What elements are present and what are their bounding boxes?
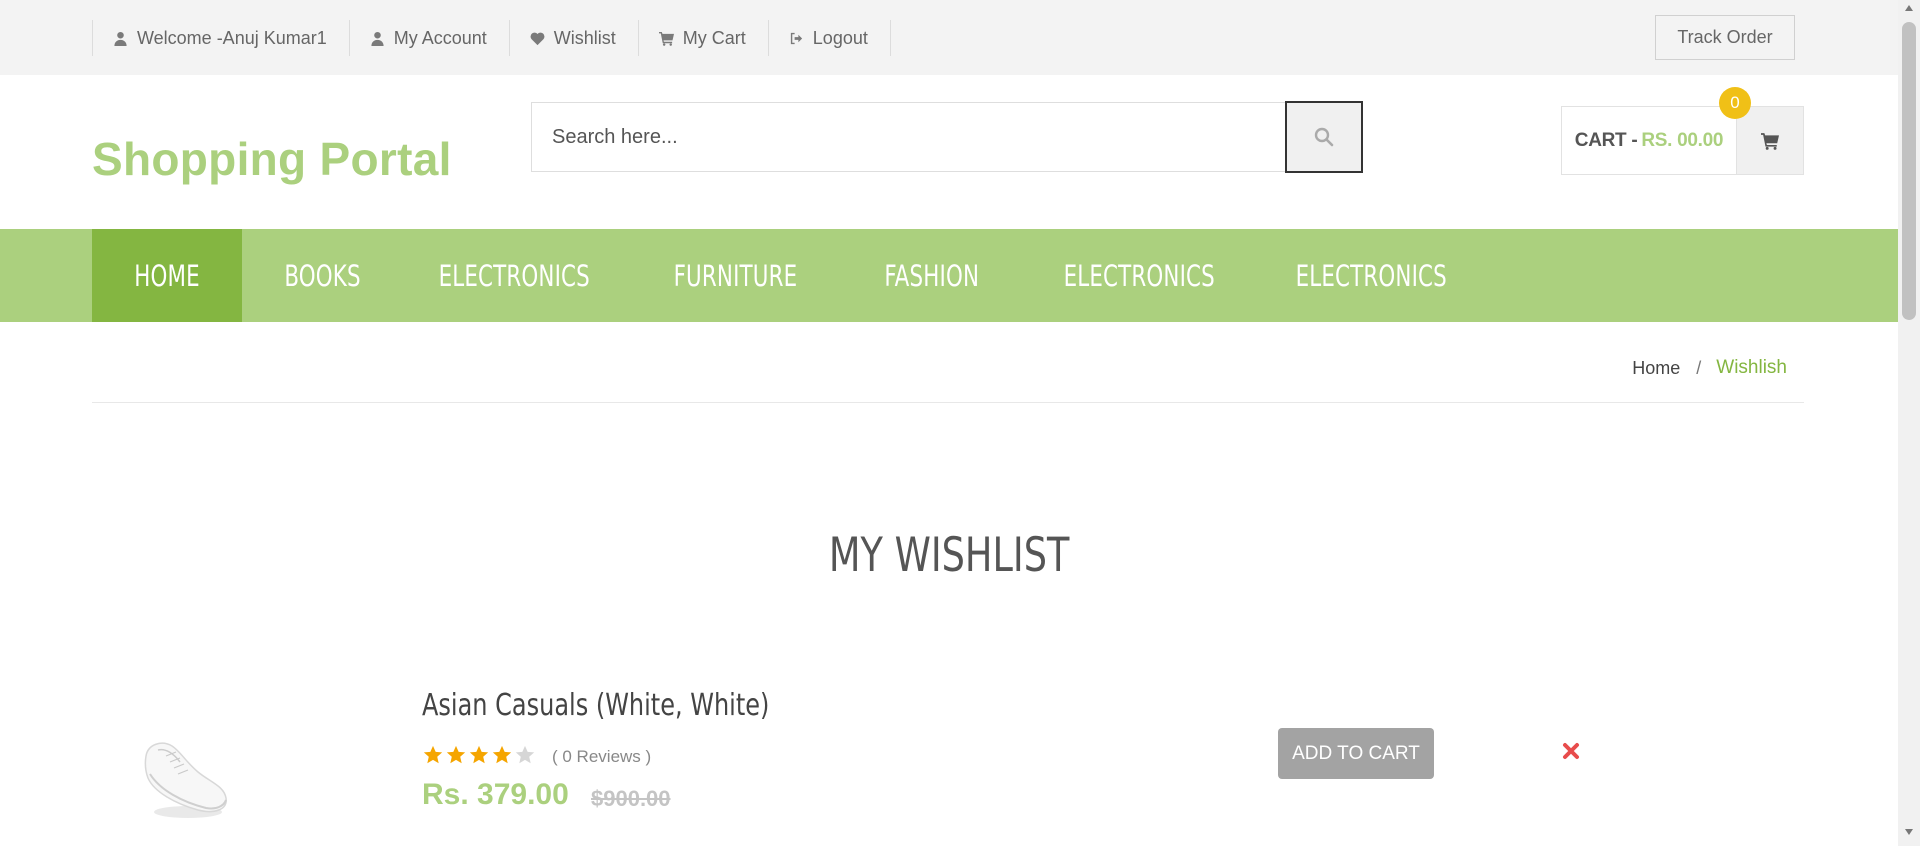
nav-item-label: FURNITURE <box>673 258 797 293</box>
product-old-price: $900.00 <box>591 786 671 811</box>
rating-stars <box>422 744 537 766</box>
star-icon-2 <box>446 745 466 764</box>
nav-items: HOME BOOKS ELECTRONICS FURNITURE FASHION… <box>92 229 1482 322</box>
page-title: MY WISHLIST <box>0 528 1898 583</box>
review-count: ( 0 Reviews ) <box>552 747 652 766</box>
nav-item-label: ELECTRONICS <box>438 258 590 293</box>
my-cart-label: My Cart <box>682 27 746 48</box>
nav-item-books[interactable]: BOOKS <box>242 229 404 322</box>
nav-item-label: HOME <box>134 258 200 293</box>
product-name[interactable]: Asian Casuals (White, White) <box>422 688 769 723</box>
logout-label: Logout <box>812 27 868 48</box>
cart-label: CART - <box>1574 129 1638 151</box>
heart-icon <box>530 32 545 45</box>
my-account-label: My Account <box>393 27 487 48</box>
cart-amount: RS. 00.00 <box>1641 129 1724 151</box>
nav-item-electronics-3[interactable]: ELECTRONICS <box>1260 229 1482 322</box>
search-icon <box>1314 127 1334 147</box>
search-button[interactable] <box>1285 101 1363 173</box>
scroll-up-arrow[interactable] <box>1898 4 1920 18</box>
nav-item-fashion[interactable]: FASHION <box>846 229 1018 322</box>
nav-item-label: ELECTRONICS <box>1063 258 1215 293</box>
my-account-link[interactable]: My Account <box>350 20 510 56</box>
nav-item-electronics[interactable]: ELECTRONICS <box>404 229 624 322</box>
cart-icon <box>658 31 674 46</box>
product-image[interactable] <box>136 714 236 824</box>
scroll-down-arrow[interactable] <box>1898 828 1920 842</box>
star-icon-3 <box>469 745 489 764</box>
cart-icon-button[interactable] <box>1736 107 1803 174</box>
remove-icon[interactable] <box>1561 741 1581 761</box>
welcome-label: Welcome -Anuj Kumar1 <box>137 27 327 48</box>
logout-link[interactable]: Logout <box>769 20 891 56</box>
top-bar: Welcome -Anuj Kumar1 My Account Wishlist… <box>0 0 1898 75</box>
star-icon-1 <box>423 745 443 764</box>
header-cart[interactable]: CART - RS. 00.00 <box>1561 106 1804 175</box>
sign-out-icon <box>790 32 802 44</box>
chevron-down-icon <box>1905 829 1913 835</box>
track-order-button[interactable]: Track Order <box>1655 15 1795 60</box>
cart-icon <box>1761 132 1779 150</box>
breadcrumb-home[interactable]: Home <box>1632 358 1680 379</box>
cart-count-badge: 0 <box>1719 87 1751 119</box>
nav-item-label: BOOKS <box>284 258 362 293</box>
cart-summary: CART - RS. 00.00 <box>1562 107 1736 174</box>
breadcrumb-separator: / <box>1696 357 1702 378</box>
vertical-scrollbar[interactable] <box>1898 0 1920 846</box>
search-input[interactable] <box>532 103 1285 171</box>
add-to-cart-button[interactable]: ADD TO CART <box>1278 728 1434 779</box>
site-logo[interactable]: Shopping Portal <box>92 132 452 186</box>
scroll-thumb[interactable] <box>1902 22 1916 320</box>
nav-item-furniture[interactable]: FURNITURE <box>624 229 846 322</box>
main-nav: HOME BOOKS ELECTRONICS FURNITURE FASHION… <box>0 229 1898 322</box>
star-icon-5 <box>515 745 535 764</box>
breadcrumb: Home / Wishlish <box>1632 357 1787 379</box>
wishlist-label: Wishlist <box>553 27 616 48</box>
nav-item-electronics-2[interactable]: ELECTRONICS <box>1018 229 1260 322</box>
star-icon-4 <box>492 745 512 764</box>
page-title-text: MY WISHLIST <box>828 528 1070 583</box>
my-cart-link[interactable]: My Cart <box>639 20 769 56</box>
product-price: Rs. 379.00 <box>422 778 569 811</box>
top-links: Welcome -Anuj Kumar1 My Account Wishlist… <box>92 20 891 56</box>
chevron-up-icon <box>1905 5 1913 11</box>
divider <box>92 402 1804 403</box>
nav-item-label: FASHION <box>884 258 980 293</box>
breadcrumb-current: Wishlish <box>1716 357 1787 378</box>
nav-item-label: ELECTRONICS <box>1295 258 1447 293</box>
nav-item-home[interactable]: HOME <box>92 229 242 322</box>
user-icon <box>114 31 127 46</box>
user-icon <box>371 31 384 46</box>
welcome-link[interactable]: Welcome -Anuj Kumar1 <box>93 20 350 56</box>
wishlist-link[interactable]: Wishlist <box>510 20 639 56</box>
search-bar <box>531 101 1363 173</box>
